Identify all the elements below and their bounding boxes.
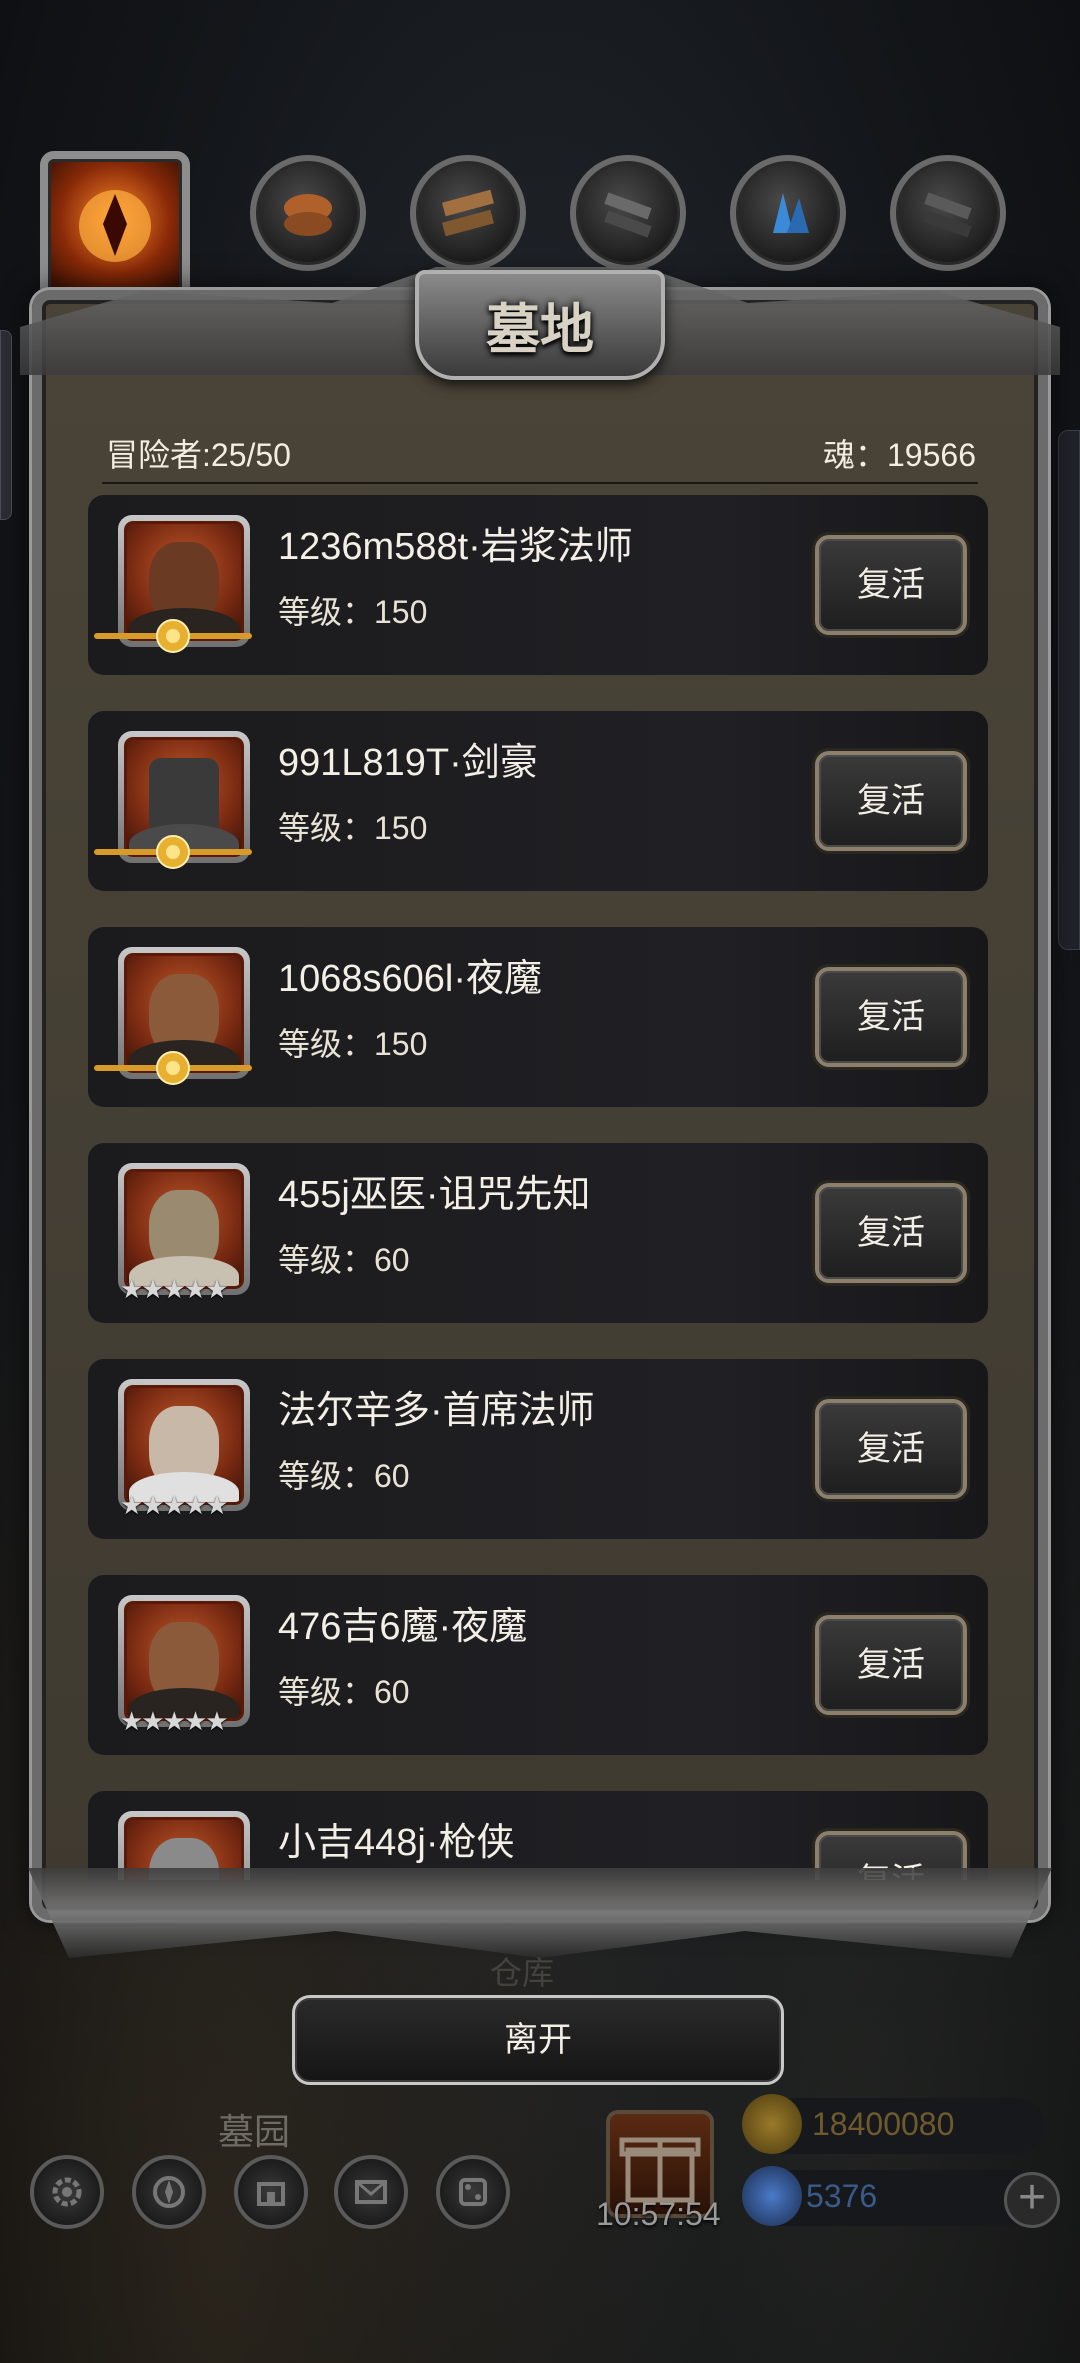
revive-button[interactable]: 复活 [815,967,967,1067]
hero-name: 476吉6魔·夜魔 [278,1606,528,1648]
hero-name: 1068s606l·夜魔 [278,958,543,1000]
left-side-tab[interactable] [0,330,12,520]
crystal-icon [773,193,809,233]
settings-gear-icon[interactable] [30,2155,104,2229]
steel-bar-icon [924,192,972,238]
tab-hero-portrait[interactable] [40,151,190,301]
graveyard-label: 墓园 [218,2111,291,2152]
panel-ornament-bottom [28,1868,1052,1958]
leave-button[interactable]: 离开 [292,1995,784,2085]
emblem-icon[interactable] [132,2155,206,2229]
hero-level: 等级：150 [278,1026,428,1062]
hero-name: 小吉448j·枪侠 [278,1822,515,1864]
warehouse-label: 仓库 [490,1955,555,1991]
list-item: 991L819T·剑豪 等级：150 复活 [88,711,988,891]
hero-name: 1236m588t·岩浆法师 [278,526,633,568]
dead-hero-list[interactable]: 1236m588t·岩浆法师 等级：150 复活 991L819T·剑豪 等级：… [88,495,988,1880]
panel-header: 冒险者:25/50 魂：19566 [102,424,978,484]
list-item: 小吉448j·枪侠 复活 [88,1791,988,1880]
tab-materials-wood[interactable] [410,155,526,271]
hero-level: 等级：60 [278,1242,410,1278]
list-item: 1236m588t·岩浆法师 等级：150 复活 [88,495,988,675]
right-side-tab[interactable] [1058,430,1080,950]
tab-materials-steel[interactable] [890,155,1006,271]
gold-rank-badge-icon [94,1051,252,1085]
revive-button[interactable]: 复活 [815,535,967,635]
tab-materials-iron[interactable] [570,155,686,271]
gift-timer: 10:57:54 [596,2196,721,2232]
iron-ingot-icon [604,192,652,238]
panel-title: 墓地 [486,297,594,361]
hero-level: 等级：60 [278,1674,410,1710]
list-item: ★★★★★ 法尔辛多·首席法师 等级：60 复活 [88,1359,988,1539]
dice-icon[interactable] [436,2155,510,2229]
revive-button[interactable]: 复活 [815,1399,967,1499]
list-item: ★★★★★ 476吉6魔·夜魔 等级：60 复活 [88,1575,988,1755]
tab-materials-leather[interactable] [250,155,366,271]
gem-amount: 5376 [806,2178,878,2214]
category-tabs [0,151,1080,301]
gem-icon [742,2166,802,2226]
hero-name: 991L819T·剑豪 [278,742,538,784]
tab-materials-crystal[interactable] [730,155,846,271]
revive-button[interactable]: 复活 [815,1183,967,1283]
star-rating: ★★★★★ [120,1275,229,1305]
hero-level: 等级：60 [278,1458,410,1494]
list-item: ★★★★★ 455j巫医·诅咒先知 等级：60 复活 [88,1143,988,1323]
adventurer-count: 冒险者:25/50 [106,437,291,473]
leather-icon [284,194,332,236]
revive-button[interactable]: 复活 [815,751,967,851]
flame-demon-icon [79,190,151,262]
revive-button[interactable]: 复活 [815,1615,967,1715]
list-item: 1068s606l·夜魔 等级：150 复活 [88,927,988,1107]
star-rating: ★★★★★ [120,1491,229,1521]
hero-level: 等级：150 [278,594,428,630]
hero-level: 等级：150 [278,810,428,846]
star-rating: ★★★★★ [120,1707,229,1737]
hero-name: 法尔辛多·首席法师 [278,1390,595,1432]
fortress-icon[interactable] [234,2155,308,2229]
hero-name: 455j巫医·诅咒先知 [278,1174,591,1216]
gold-rank-badge-icon [94,835,252,869]
mail-icon[interactable] [334,2155,408,2229]
gold-amount: 18400080 [812,2106,955,2142]
add-currency-button[interactable]: + [1004,2172,1060,2228]
soul-count: 魂：19566 [823,437,976,473]
gold-coin-icon [742,2094,802,2154]
wood-planks-icon [442,189,494,237]
gold-rank-badge-icon [94,619,252,653]
